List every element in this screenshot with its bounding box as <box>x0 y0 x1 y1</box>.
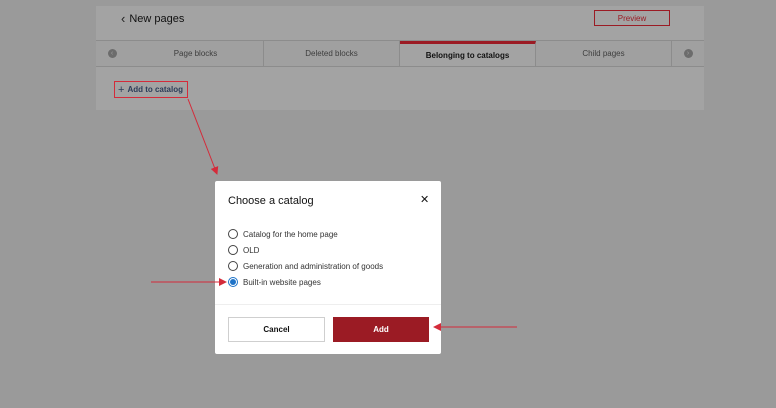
back-link[interactable]: ‹ New pages <box>121 11 184 26</box>
dialog-title: Choose a catalog <box>228 195 314 207</box>
page-title: New pages <box>129 12 185 25</box>
close-icon[interactable]: ✕ <box>420 193 429 206</box>
catalog-option-label: Generation and administration of goods <box>243 261 384 271</box>
chevron-left-icon: ‹ <box>121 11 126 26</box>
page-header: ‹ New pages Preview <box>96 6 704 32</box>
add-to-catalog-button[interactable]: + Add to catalog <box>114 81 188 98</box>
page-panel: ‹ New pages Preview ‹ Page blocks Delete… <box>96 6 704 110</box>
tab-bar: ‹ Page blocks Deleted blocks Belonging t… <box>96 40 704 67</box>
catalog-option[interactable]: OLD <box>228 242 383 258</box>
catalog-option-label: Catalog for the home page <box>243 229 338 239</box>
radio-dot <box>230 279 236 285</box>
catalog-option-label: Built-in website pages <box>243 277 321 287</box>
tab-scroll-right[interactable]: › <box>672 41 704 66</box>
add-to-catalog-label: Add to catalog <box>127 85 183 94</box>
radio-button[interactable] <box>228 261 238 271</box>
cancel-button[interactable]: Cancel <box>228 317 325 342</box>
choose-catalog-dialog: Choose a catalog ✕ Catalog for the home … <box>215 181 441 354</box>
catalog-options: Catalog for the home page OLD Generation… <box>228 226 383 290</box>
add-button[interactable]: Add <box>333 317 429 342</box>
catalog-option[interactable]: Catalog for the home page <box>228 226 383 242</box>
tab-deleted-blocks[interactable]: Deleted blocks <box>264 41 400 66</box>
tab-belonging-to-catalogs[interactable]: Belonging to catalogs <box>400 41 536 66</box>
dialog-divider <box>215 304 441 305</box>
catalog-option[interactable]: Generation and administration of goods <box>228 258 383 274</box>
radio-button-selected[interactable] <box>228 277 238 287</box>
catalog-option-label: OLD <box>243 245 260 255</box>
tab-scroll-left[interactable]: ‹ <box>96 41 128 66</box>
tab-page-blocks[interactable]: Page blocks <box>128 41 264 66</box>
radio-button[interactable] <box>228 229 238 239</box>
radio-button[interactable] <box>228 245 238 255</box>
arrow-to-dialog <box>187 98 219 175</box>
chevron-left-circle-icon: ‹ <box>107 49 117 58</box>
tab-child-pages[interactable]: Child pages <box>536 41 672 66</box>
catalog-option[interactable]: Built-in website pages <box>228 274 383 290</box>
preview-button[interactable]: Preview <box>594 10 670 26</box>
chevron-right-circle-icon: › <box>683 49 693 58</box>
plus-icon: + <box>118 83 125 96</box>
